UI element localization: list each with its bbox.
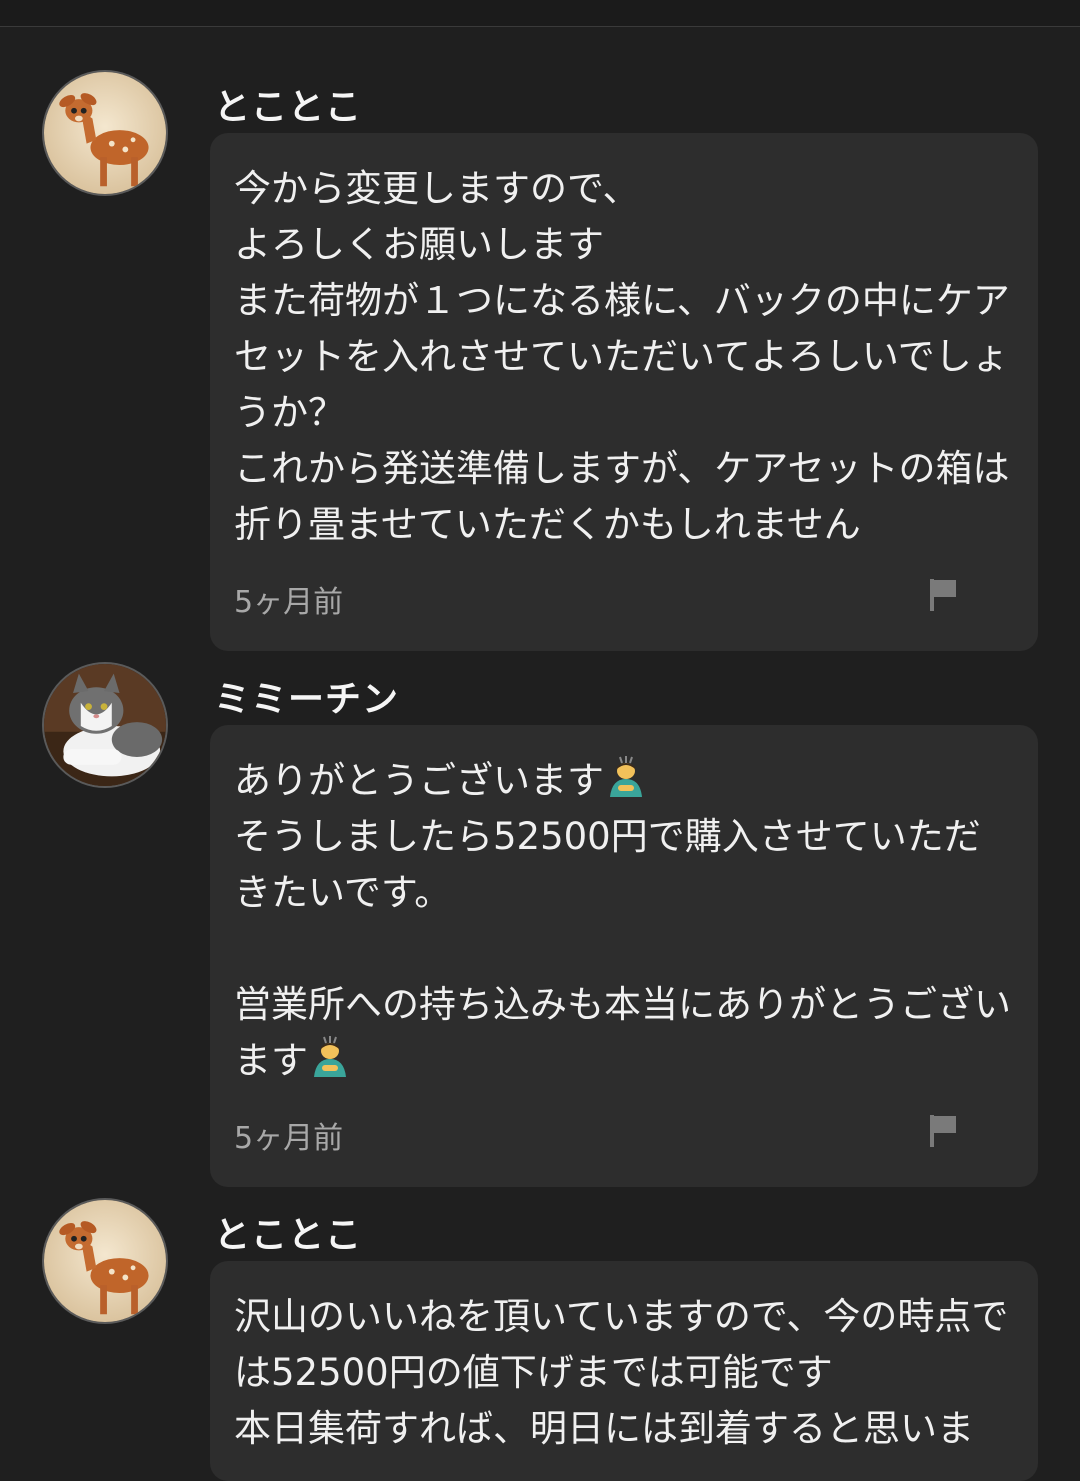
message-text: ありがとうございます そうしましたら52500円で購入させていただきたいです。 … [234,753,1014,1089]
message-text-part: ありがとうございます [234,759,604,802]
message-meta: 5ヶ月前 [234,1103,1014,1163]
bowing-person-emoji [314,1036,346,1077]
deer-avatar[interactable] [42,1198,168,1324]
timestamp: 5ヶ月前 [234,585,344,620]
message-bubble: 今から変更しますので、 よろしくお願いします また荷物が１つになる様に、バックの… [210,133,1038,651]
cat-avatar[interactable] [42,662,168,788]
message-text: 今から変更しますので、 よろしくお願いします また荷物が１つになる様に、バックの… [234,167,1010,546]
username[interactable]: とことこ [214,1206,362,1258]
message-meta: 5ヶ月前 [234,567,1014,627]
username[interactable]: とことこ [214,78,362,130]
flag-icon[interactable] [928,577,958,613]
flag-icon[interactable] [928,1113,958,1149]
bowing-person-emoji [610,756,642,797]
message-bubble: ありがとうございます そうしましたら52500円で購入させていただきたいです。 … [210,725,1038,1187]
message-bubble: 沢山のいいねを頂いていますので、今の時点では52500円の値下げまでは可能です … [210,1261,1038,1481]
timestamp: 5ヶ月前 [234,1121,344,1156]
username[interactable]: ミミーチン [214,670,399,722]
message-text: 沢山のいいねを頂いていますので、今の時点では52500円の値下げまでは可能です … [234,1295,1009,1450]
deer-avatar[interactable] [42,70,168,196]
top-bar [0,0,1080,27]
